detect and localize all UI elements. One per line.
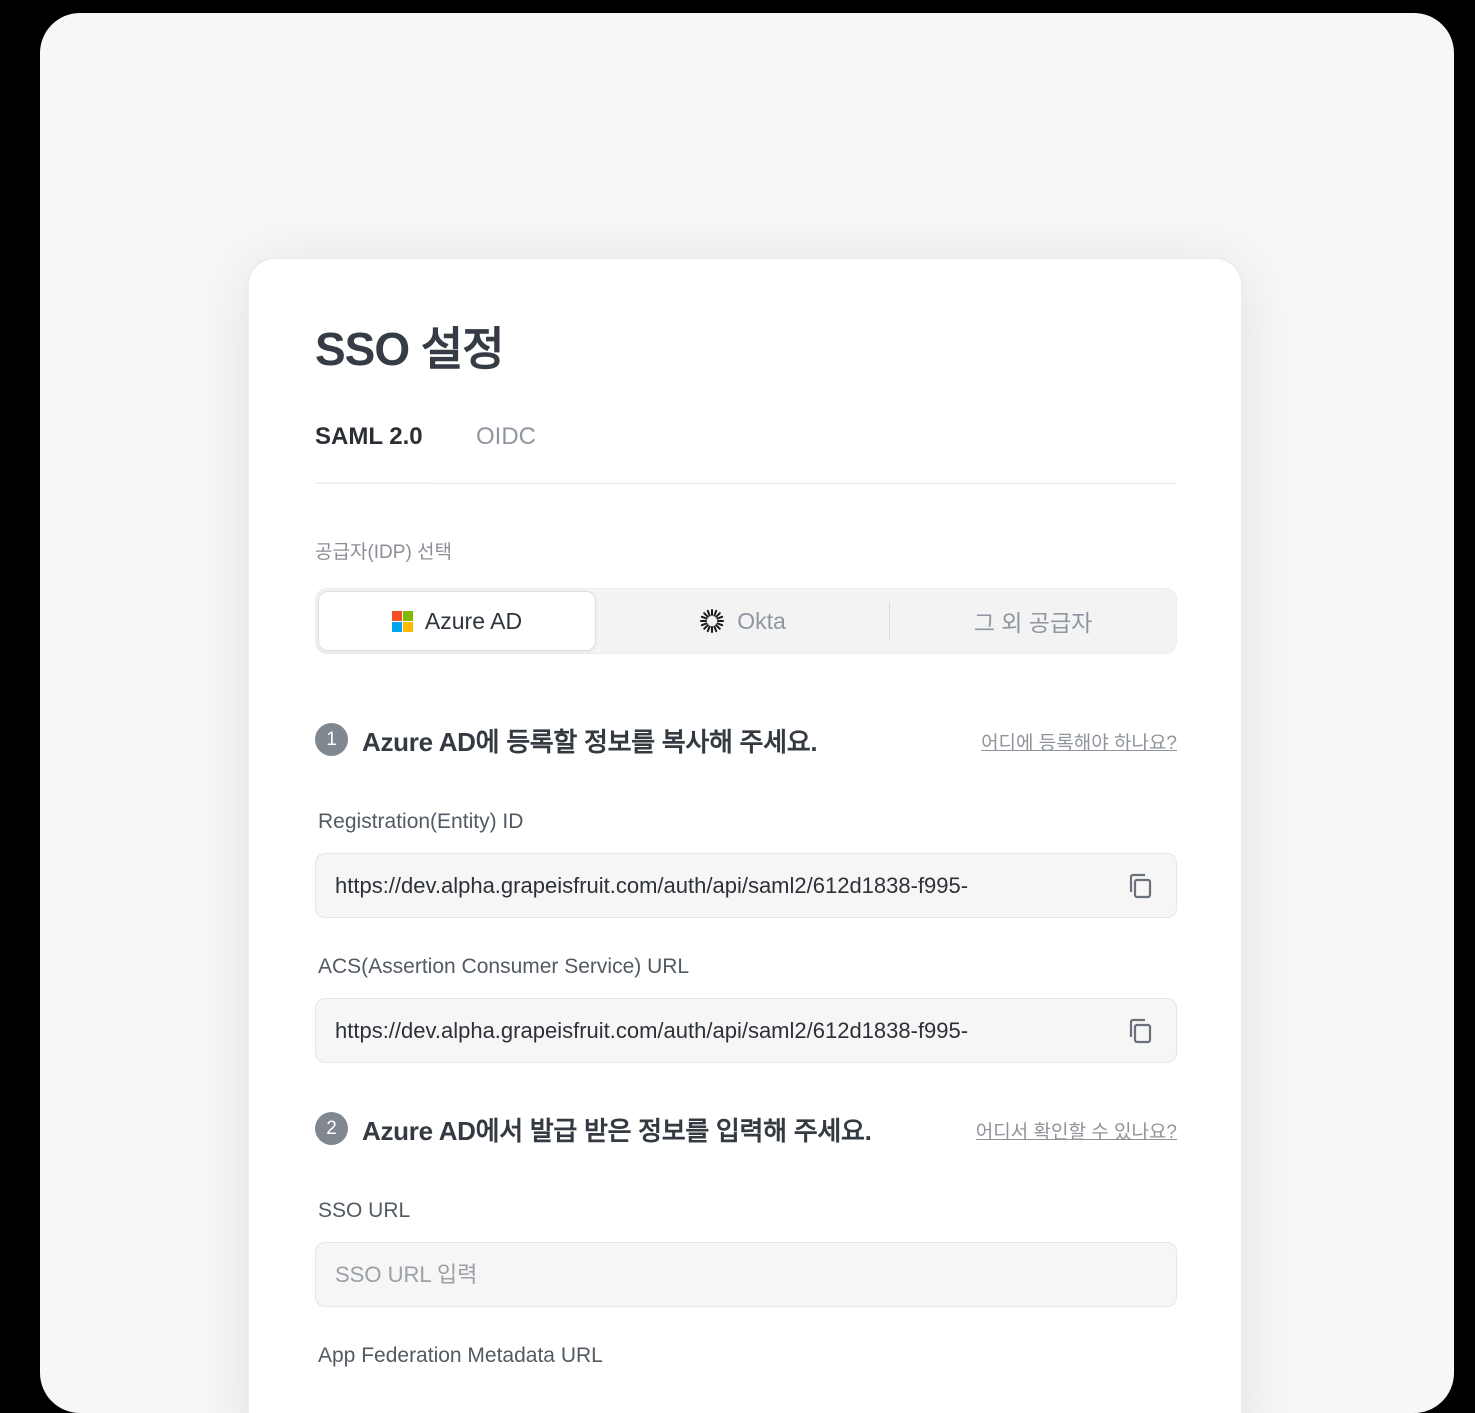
metadata-url-label: App Federation Metadata URL <box>318 1344 603 1367</box>
tab-saml[interactable]: SAML 2.0 <box>315 423 423 451</box>
acs-url-value: https://dev.alpha.grapeisfruit.com/auth/… <box>335 1018 969 1043</box>
sso-url-field <box>315 1242 1177 1307</box>
tab-oidc[interactable]: OIDC <box>476 423 536 451</box>
copy-icon[interactable] <box>1126 872 1154 900</box>
idp-segmented-control: Azure AD Okta 그 외 공급자 <box>315 588 1177 654</box>
app-frame: SSO 설정 SAML 2.0 OIDC 공급자(IDP) 선택 Azure A… <box>40 13 1454 1413</box>
help-link-where-register[interactable]: 어디에 등록해야 하나요? <box>981 728 1177 755</box>
sso-url-label: SSO URL <box>318 1199 411 1222</box>
idp-option-label: Azure AD <box>424 607 523 634</box>
acs-url-label: ACS(Assertion Consumer Service) URL <box>318 955 690 978</box>
sso-settings-card: SSO 설정 SAML 2.0 OIDC 공급자(IDP) 선택 Azure A… <box>247 257 1243 1413</box>
step-2-header: 2 Azure AD에서 발급 받은 정보를 입력해 주세요. 어디서 확인할 … <box>315 1110 1177 1150</box>
step-title: Azure AD에서 발급 받은 정보를 입력해 주세요. <box>362 1116 872 1146</box>
idp-option-label: 그 외 공급자 <box>973 610 1093 636</box>
step-badge: 1 <box>315 723 348 756</box>
idp-select-label: 공급자(IDP) 선택 <box>315 542 453 563</box>
microsoft-icon <box>391 610 413 632</box>
entity-id-value: https://dev.alpha.grapeisfruit.com/auth/… <box>335 873 969 898</box>
acs-url-field: https://dev.alpha.grapeisfruit.com/auth/… <box>315 998 1177 1063</box>
okta-icon <box>699 608 725 634</box>
page-title: SSO 설정 <box>315 323 505 375</box>
sso-url-input[interactable] <box>316 1243 1176 1306</box>
entity-id-field: https://dev.alpha.grapeisfruit.com/auth/… <box>315 853 1177 918</box>
protocol-tabs: SAML 2.0 OIDC <box>315 423 1177 484</box>
idp-option-other[interactable]: 그 외 공급자 <box>890 591 1176 651</box>
copy-icon[interactable] <box>1126 1017 1154 1045</box>
entity-id-label: Registration(Entity) ID <box>318 810 524 833</box>
active-tab-indicator <box>315 482 432 484</box>
step-title: Azure AD에 등록할 정보를 복사해 주세요. <box>362 727 818 757</box>
step-badge: 2 <box>315 1112 348 1145</box>
step-1-header: 1 Azure AD에 등록할 정보를 복사해 주세요. 어디에 등록해야 하나… <box>315 721 1177 761</box>
idp-option-okta[interactable]: Okta <box>596 591 889 651</box>
idp-option-label: Okta <box>737 607 786 634</box>
help-link-where-find[interactable]: 어디서 확인할 수 있나요? <box>976 1117 1177 1144</box>
idp-option-azure[interactable]: Azure AD <box>318 591 596 651</box>
